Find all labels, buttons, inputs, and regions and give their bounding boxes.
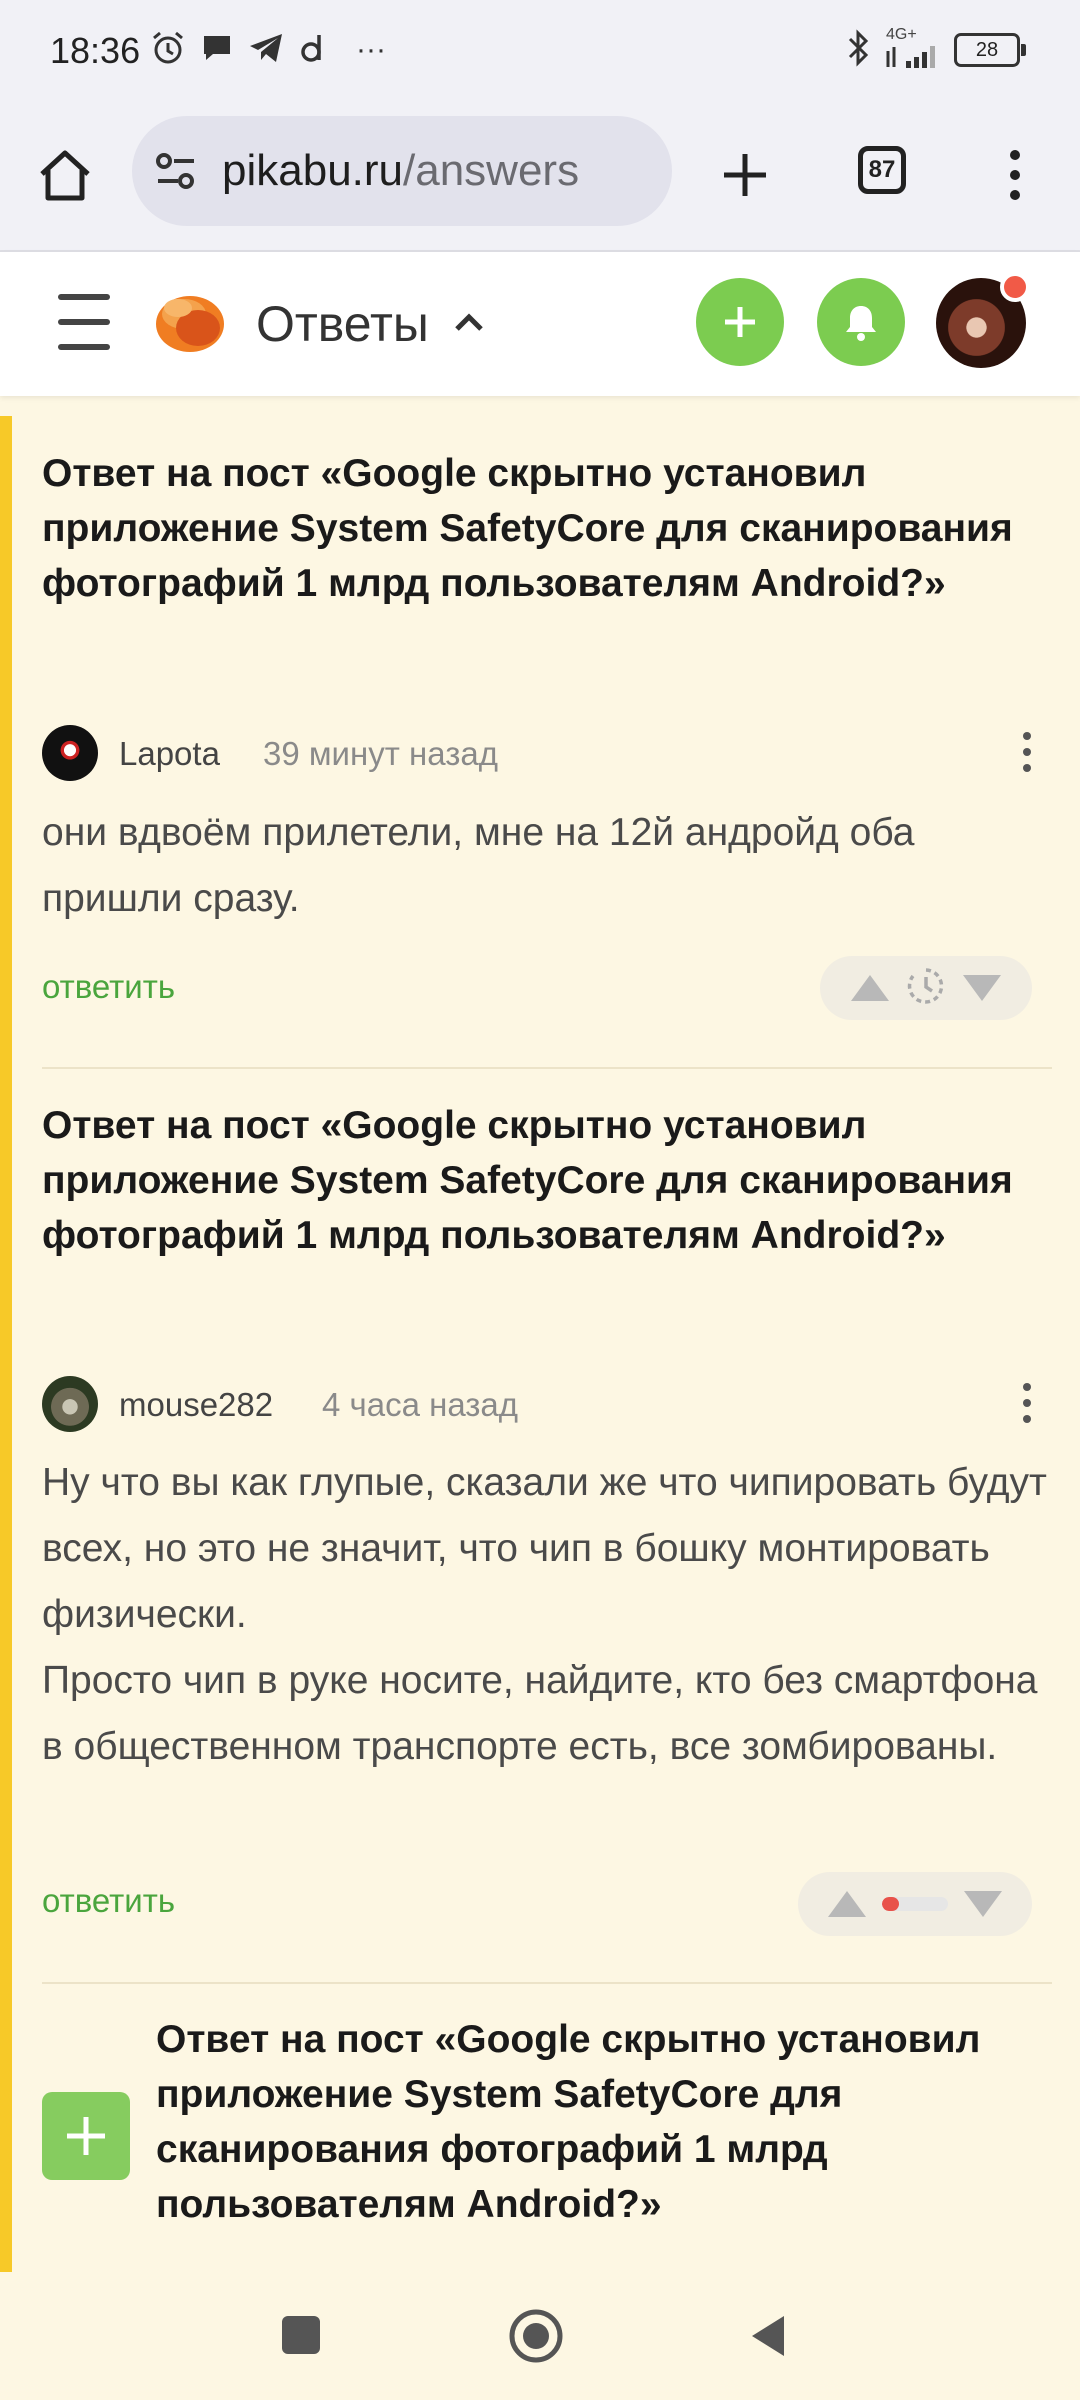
status-bar: 18:36 ··· 4G+ 28 xyxy=(0,0,1080,110)
home-button[interactable] xyxy=(30,140,100,210)
telegram-icon xyxy=(248,31,284,70)
bluetooth-icon xyxy=(844,28,872,73)
rating-pending-icon xyxy=(906,966,946,1011)
signal-icon xyxy=(886,43,940,74)
divider xyxy=(42,1982,1052,1984)
author-avatar[interactable] xyxy=(42,1376,98,1432)
network-type: 4G+ xyxy=(886,25,917,43)
url-text: pikabu.ru/answers xyxy=(222,146,579,196)
more-notifications-icon: ··· xyxy=(356,33,386,66)
comment-text: Ну что вы как глупые, сказали же что чип… xyxy=(42,1461,1047,1768)
answer-card: Ответ на пост «Google скрытно установил … xyxy=(42,446,1052,611)
upvote-button[interactable] xyxy=(828,1891,866,1917)
notification-icons: ··· xyxy=(150,30,386,70)
divider xyxy=(42,1067,1052,1069)
comment-rating xyxy=(820,956,1032,1020)
url-domain: pikabu.ru xyxy=(222,146,404,195)
chevron-up-icon[interactable] xyxy=(452,307,486,342)
tab-switcher-button[interactable]: 87 xyxy=(858,146,906,194)
notification-dot xyxy=(1000,272,1030,302)
upvote-button[interactable] xyxy=(850,975,889,1001)
site-header: Ответы xyxy=(0,252,1080,396)
alarm-icon xyxy=(150,30,186,71)
downvote-button[interactable] xyxy=(964,1891,1002,1917)
comment-rating xyxy=(798,1872,1032,1936)
plus-icon xyxy=(724,154,766,196)
battery-indicator: 28 xyxy=(954,33,1026,67)
comment-time[interactable]: 4 часа назад xyxy=(322,1386,518,1424)
downvote-button[interactable] xyxy=(963,975,1002,1001)
url-path: /answers xyxy=(403,146,580,195)
comment-options-button[interactable] xyxy=(1012,1373,1042,1433)
author-name[interactable]: Lapota xyxy=(119,735,220,773)
chat-icon xyxy=(200,31,234,70)
add-post-button[interactable] xyxy=(696,278,784,366)
comment-meta: mouse282 4 часа назад xyxy=(42,1373,1052,1433)
answers-feed: Ответ на пост «Google скрытно установил … xyxy=(0,416,1080,2272)
author-avatar[interactable] xyxy=(42,725,98,781)
back-button[interactable] xyxy=(748,2312,788,2365)
home-icon xyxy=(40,150,90,201)
system-icons: 4G+ 28 xyxy=(844,25,1026,73)
answer-card: Ответ на пост «Google скрытно установил … xyxy=(156,2012,1056,2232)
author-name[interactable]: mouse282 xyxy=(119,1386,273,1424)
browser-toolbar: pikabu.ru/answers 87 xyxy=(0,110,1080,252)
address-bar[interactable]: pikabu.ru/answers xyxy=(132,116,672,226)
post-title-link[interactable]: Ответ на пост «Google скрытно установил … xyxy=(42,1098,1052,1263)
plus-icon xyxy=(725,307,755,337)
bell-icon xyxy=(846,306,876,341)
app-d-icon xyxy=(298,31,328,70)
reply-link[interactable]: ответить xyxy=(42,968,175,1006)
comment-time[interactable]: 39 минут назад xyxy=(263,735,498,773)
menu-icon[interactable] xyxy=(58,294,110,350)
expand-post-button[interactable] xyxy=(42,2092,130,2180)
post-title-link[interactable]: Ответ на пост «Google скрытно установил … xyxy=(42,446,1052,611)
post-title-link[interactable]: Ответ на пост «Google скрытно установил … xyxy=(156,2012,1056,2232)
notifications-button[interactable] xyxy=(817,278,905,366)
rating-bar xyxy=(882,1897,948,1911)
answer-card: Ответ на пост «Google скрытно установил … xyxy=(42,1098,1052,1263)
status-time: 18:36 xyxy=(50,30,141,71)
comment-options-button[interactable] xyxy=(1012,722,1042,782)
pikabu-logo-icon[interactable] xyxy=(150,280,230,365)
section-title[interactable]: Ответы xyxy=(256,295,429,353)
new-tab-button[interactable] xyxy=(710,140,780,210)
user-avatar[interactable] xyxy=(936,272,1030,368)
system-navigation-bar xyxy=(0,2272,1080,2400)
comment-text: они вдвоём прилетели, мне на 12й андройд… xyxy=(42,811,915,920)
recents-button[interactable] xyxy=(282,2316,320,2354)
reply-link[interactable]: ответить xyxy=(42,1882,175,1920)
browser-menu-button[interactable] xyxy=(990,140,1040,210)
home-nav-button[interactable] xyxy=(508,2308,564,2364)
comment-meta: Lapota 39 минут назад xyxy=(42,722,1052,782)
site-settings-icon[interactable] xyxy=(154,149,198,198)
plus-icon xyxy=(67,2117,105,2155)
